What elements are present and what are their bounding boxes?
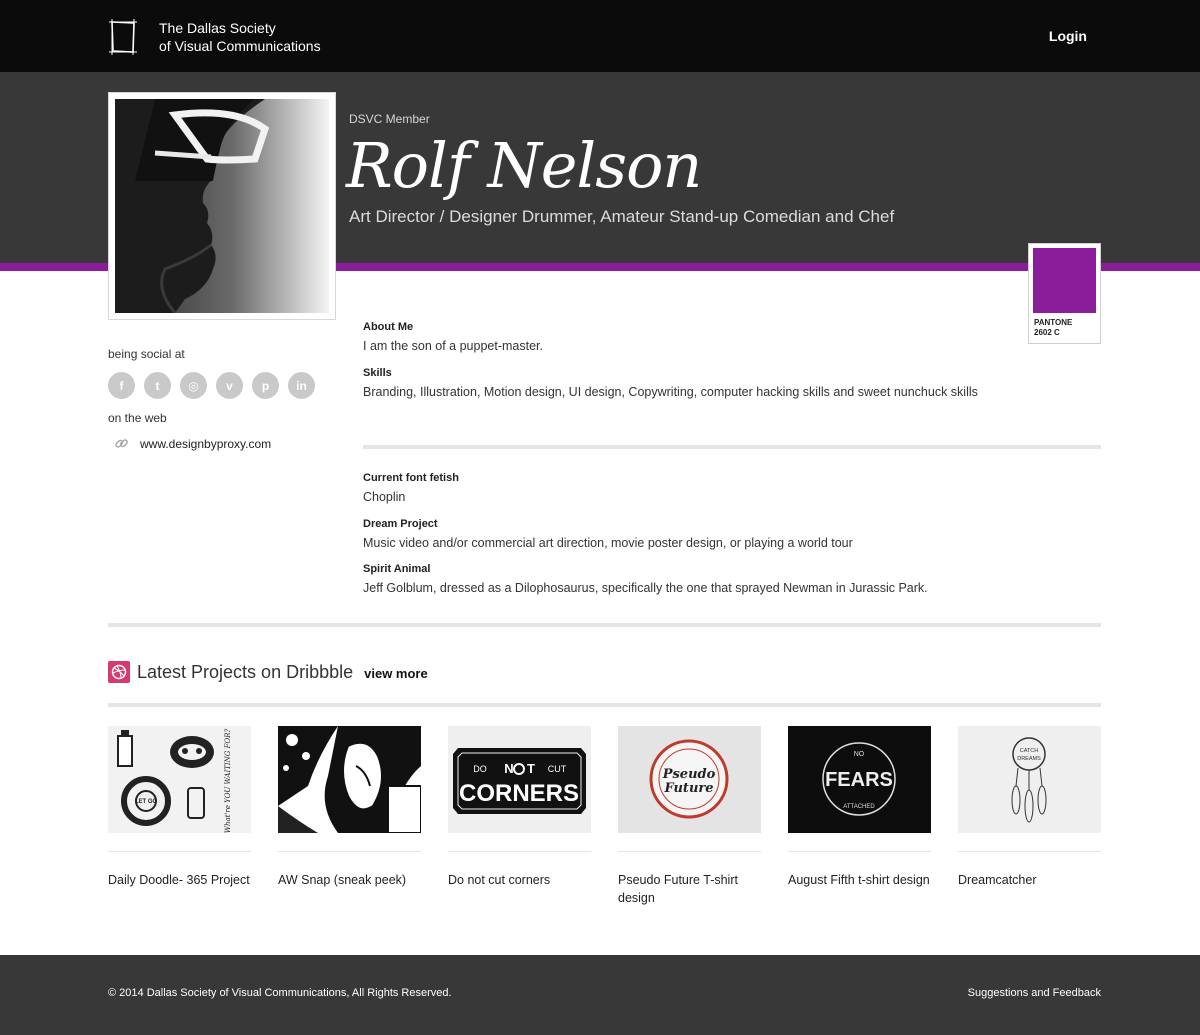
thumb-text: T	[527, 761, 535, 776]
org-name-line1: The Dallas Society	[159, 20, 276, 36]
member-title: Art Director / Designer Drummer, Amateur…	[349, 207, 895, 226]
section-divider	[108, 623, 1101, 627]
aw-snap-artwork	[278, 726, 421, 833]
project-thumbnail[interactable]: NO FEARS ATTACHED	[788, 726, 931, 833]
thumbnail-rule	[448, 851, 591, 852]
dreamcatcher-artwork: CATCH DREAMS	[958, 726, 1101, 833]
facebook-icon[interactable]: f	[108, 372, 135, 399]
thumb-text: CUT	[548, 764, 567, 774]
dream-project-value: Music video and/or commercial art direct…	[363, 536, 853, 550]
project-title[interactable]: Pseudo Future T-shirt design	[618, 871, 761, 907]
link-icon	[115, 439, 128, 448]
font-fetish-label: Current font fetish	[363, 472, 459, 484]
project-thumbnail[interactable]: CATCH DREAMS	[958, 726, 1101, 833]
thumbnail-rule	[788, 851, 931, 852]
project-title[interactable]: Daily Doodle- 365 Project	[108, 871, 251, 889]
website-link[interactable]: www.designbyproxy.com	[114, 436, 271, 451]
avatar	[115, 99, 329, 313]
project-thumbnail[interactable]: DO N T CUT CORNERS	[448, 726, 591, 833]
pantone-chip: PANTONE 2602 C	[1028, 243, 1101, 344]
thumbnail-rule	[108, 851, 251, 852]
avatar-frame	[108, 92, 336, 320]
about-me-value: I am the son of a puppet-master.	[363, 339, 543, 353]
thumb-text: Pseudo	[662, 767, 716, 782]
skills-label: Skills	[363, 367, 392, 379]
thumb-text: Future	[663, 781, 713, 796]
thumbnail-rule	[958, 851, 1101, 852]
pantone-label: PANTONE 2602 C	[1033, 318, 1096, 338]
pantone-swatch	[1033, 248, 1096, 313]
skills-value: Branding, Illustration, Motion design, U…	[363, 385, 978, 399]
font-fetish-value: Choplin	[363, 490, 406, 504]
project-thumbnail[interactable]	[278, 726, 421, 833]
member-name: Rolf Nelson	[346, 129, 702, 202]
section-divider	[363, 445, 1101, 449]
thumbnail-rule	[618, 851, 761, 852]
do-not-cut-corners-artwork: DO N T CUT CORNERS	[448, 726, 591, 833]
organization-name[interactable]: The Dallas Society of Visual Communicati…	[159, 19, 321, 55]
project-thumbnail[interactable]: Pseudo Future	[618, 726, 761, 833]
website-url[interactable]: www.designbyproxy.com	[140, 437, 271, 451]
web-label: on the web	[108, 411, 167, 425]
doodle-text: LET GO	[135, 799, 158, 805]
vimeo-icon[interactable]: v	[216, 372, 243, 399]
pantone-code: 2602 C	[1034, 328, 1060, 337]
pseudo-future-artwork: Pseudo Future	[618, 726, 761, 833]
pinterest-icon[interactable]: p	[252, 372, 279, 399]
thumb-text: DO	[473, 764, 487, 774]
thumb-text: DREAMS	[1017, 756, 1041, 762]
spirit-animal-label: Spirit Animal	[363, 563, 431, 575]
twitter-icon[interactable]: t	[144, 372, 171, 399]
project-title[interactable]: August Fifth t-shirt design	[788, 871, 931, 889]
pantone-brand: PANTONE	[1034, 318, 1073, 327]
thumb-text: FEARS	[825, 769, 893, 791]
about-me-section: About Me I am the son of a puppet-master…	[363, 320, 1003, 355]
thumb-text: NO	[854, 751, 865, 758]
top-navigation-bar: The Dallas Society of Visual Communicati…	[0, 0, 1200, 72]
view-more-link[interactable]: view more	[364, 666, 428, 681]
projects-header: Latest Projects on Dribbble view more	[108, 661, 428, 683]
no-fears-attached-artwork: NO FEARS ATTACHED	[788, 726, 931, 833]
dribbble-icon	[108, 661, 130, 683]
about-me-label: About Me	[363, 321, 414, 333]
skills-section: Skills Branding, Illustration, Motion de…	[363, 366, 983, 401]
feedback-link[interactable]: Suggestions and Feedback	[968, 987, 1101, 999]
project-title[interactable]: Dreamcatcher	[958, 871, 1101, 889]
projects-heading: Latest Projects on Dribbble	[137, 661, 354, 682]
social-icons: f t ◎ v p in	[108, 372, 315, 399]
thumb-text: CORNERS	[459, 780, 579, 807]
project-title[interactable]: Do not cut corners	[448, 871, 591, 889]
copyright-text: © 2014 Dallas Society of Visual Communic…	[108, 987, 452, 999]
login-link[interactable]: Login	[1049, 28, 1087, 44]
font-fetish-section: Current font fetish Choplin	[363, 471, 1003, 506]
thumb-text: CATCH	[1020, 748, 1039, 754]
thumbnail-rule	[278, 851, 421, 852]
dream-project-section: Dream Project Music video and/or commerc…	[363, 517, 1003, 552]
member-label: DSVC Member	[349, 112, 430, 126]
linkedin-icon[interactable]: in	[288, 372, 315, 399]
project-title[interactable]: AW Snap (sneak peek)	[278, 871, 421, 889]
section-divider	[108, 703, 1101, 707]
thumb-text: N	[504, 761, 513, 776]
dream-project-label: Dream Project	[363, 518, 438, 530]
daily-doodle-artwork: LET GO What're YOU WAITING FOR?	[108, 726, 251, 833]
instagram-icon[interactable]: ◎	[180, 372, 207, 399]
social-label: being social at	[108, 347, 185, 361]
thumb-text: ATTACHED	[843, 804, 875, 810]
org-name-line2: of Visual Communications	[159, 38, 321, 54]
spirit-animal-section: Spirit Animal Jeff Golblum, dressed as a…	[363, 562, 1003, 597]
doodle-text: What're YOU WAITING FOR?	[224, 729, 232, 833]
dsvc-logo-icon[interactable]	[108, 19, 138, 55]
project-thumbnail[interactable]: LET GO What're YOU WAITING FOR?	[108, 726, 251, 833]
spirit-animal-value: Jeff Golblum, dressed as a Dilophosaurus…	[363, 581, 928, 595]
